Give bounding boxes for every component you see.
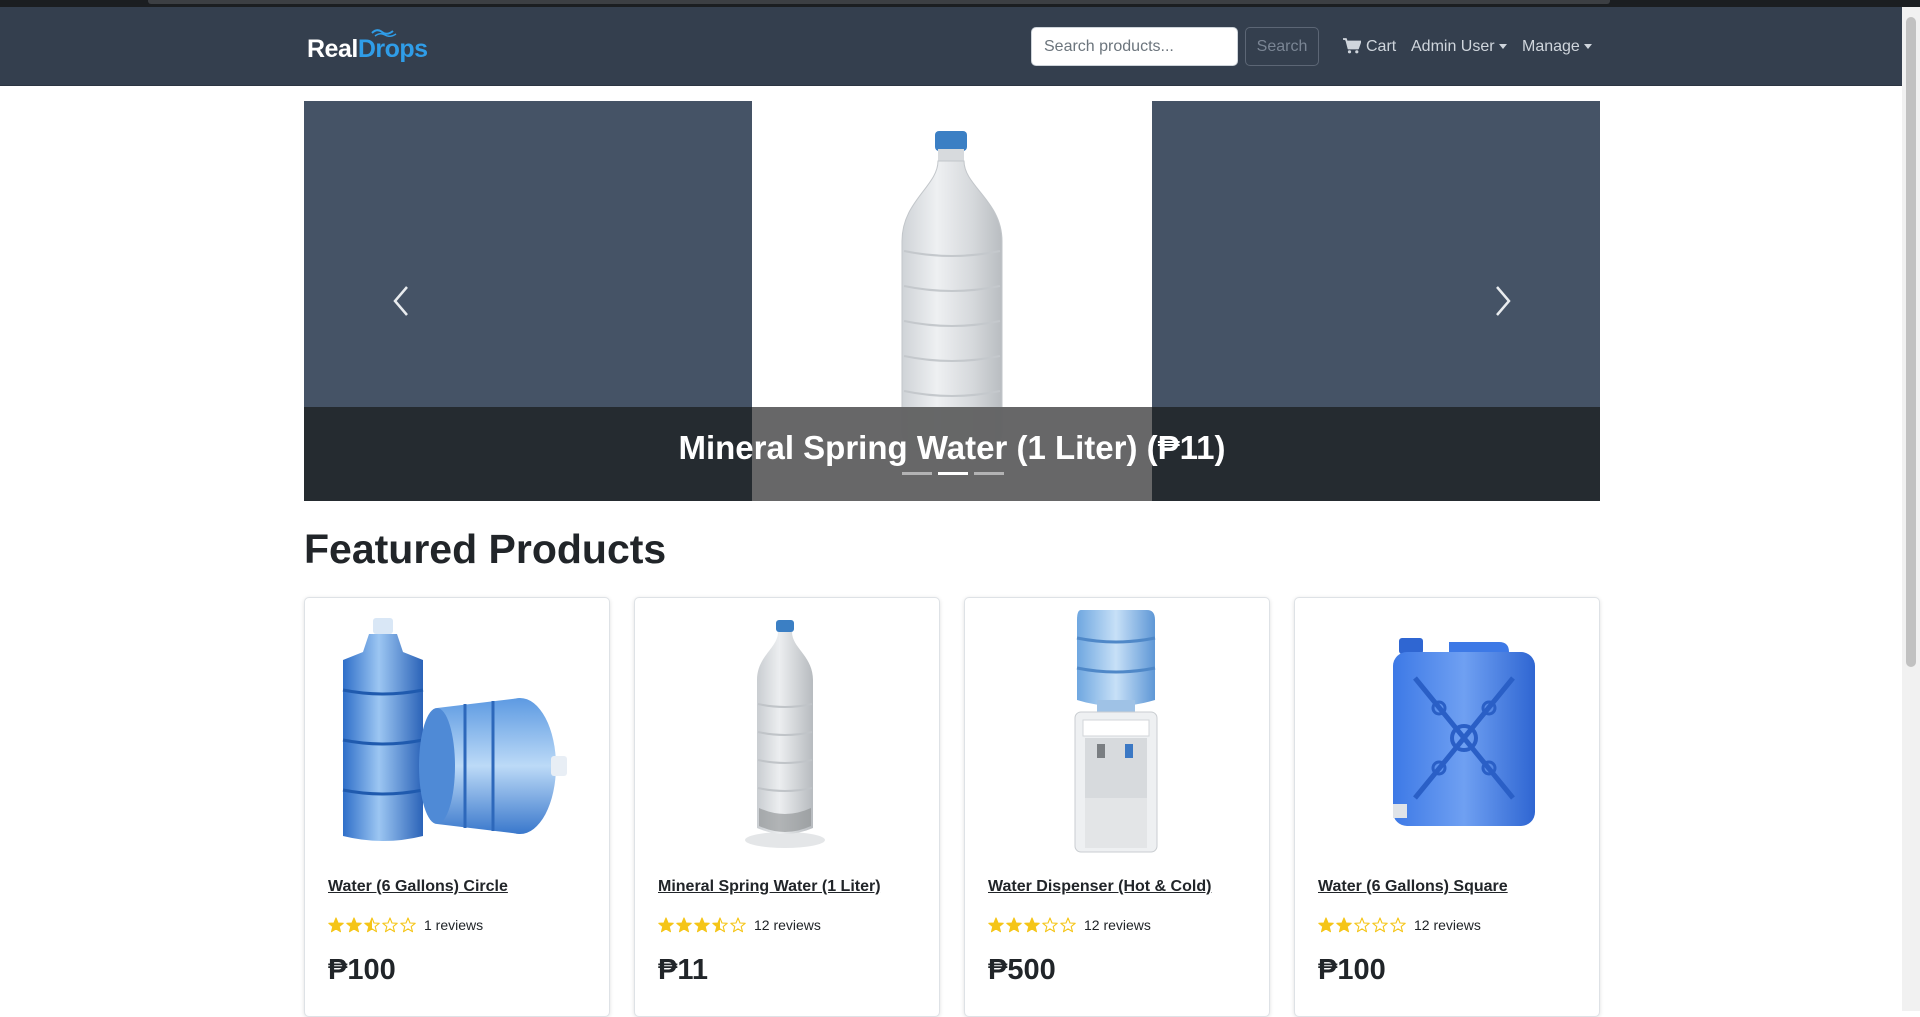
user-menu-toggle[interactable]: Admin User [1411, 38, 1507, 56]
product-image[interactable] [655, 608, 919, 856]
star-filled-icon [1006, 917, 1022, 933]
product-price: ₱11 [658, 954, 708, 986]
review-count: 12 reviews [1414, 916, 1481, 933]
star-half-icon [364, 917, 380, 933]
star-empty-icon [1042, 917, 1058, 933]
star-half-icon [712, 917, 728, 933]
star-empty-icon [1390, 917, 1406, 933]
cart-link[interactable]: Cart [1343, 38, 1396, 56]
product-image[interactable] [985, 608, 1249, 856]
search-input[interactable] [1031, 27, 1238, 66]
browser-top-highlight [148, 0, 1610, 4]
star-filled-icon [988, 917, 1004, 933]
star-empty-icon [730, 917, 746, 933]
product-title-link[interactable]: Water (6 Gallons) Circle [328, 878, 508, 896]
page-scrollbar[interactable] [1902, 7, 1920, 1011]
carousel-prev-button[interactable] [379, 273, 423, 329]
carousel-indicator-active[interactable] [938, 472, 968, 475]
star-empty-icon [400, 917, 416, 933]
star-empty-icon [1372, 917, 1388, 933]
brand-wave-icon [371, 29, 397, 37]
brand-name-part1: Real [307, 35, 358, 63]
chevron-down-icon [1498, 44, 1507, 50]
square-jug-icon [1393, 638, 1535, 826]
navbar: RealDrops Search Cart Admin User Manage [0, 7, 1902, 86]
product-carousel: Mineral Spring Water (1 Liter) (₱11) [304, 101, 1600, 501]
product-title-link[interactable]: Water (6 Gallons) Square [1318, 878, 1508, 896]
carousel-indicator[interactable] [974, 472, 1004, 475]
user-menu-label: Admin User [1411, 38, 1495, 55]
star-rating-icons [658, 916, 748, 933]
product-rating: 12 reviews [1318, 916, 1481, 938]
manage-menu-toggle[interactable]: Manage [1522, 38, 1592, 56]
chevron-right-icon [1496, 286, 1511, 316]
star-filled-icon [328, 917, 344, 933]
star-filled-icon [694, 917, 710, 933]
star-rating-icons [1318, 916, 1408, 933]
product-title-link[interactable]: Mineral Spring Water (1 Liter) [658, 878, 881, 896]
cart-label: Cart [1366, 38, 1397, 55]
star-empty-icon [1354, 917, 1370, 933]
product-image[interactable] [1315, 608, 1579, 856]
star-filled-icon [1336, 917, 1352, 933]
manage-menu-label: Manage [1522, 38, 1580, 55]
star-empty-icon [1060, 917, 1076, 933]
star-filled-icon [658, 917, 674, 933]
product-image[interactable] [325, 608, 589, 856]
star-filled-icon [1318, 917, 1334, 933]
carousel-indicators [902, 472, 1004, 475]
review-count: 12 reviews [1084, 916, 1151, 933]
star-filled-icon [346, 917, 362, 933]
star-filled-icon [676, 917, 692, 933]
chevron-down-icon [1583, 44, 1592, 50]
product-price: ₱500 [988, 954, 1056, 986]
water-bottle-icon [745, 620, 825, 848]
product-price: ₱100 [1318, 954, 1386, 986]
product-card: Water (6 Gallons) Square 12 reviews ₱100 [1294, 597, 1600, 1017]
search-button[interactable]: Search [1245, 27, 1319, 66]
carousel-indicator[interactable] [902, 472, 932, 475]
brand-logo[interactable]: RealDrops [307, 29, 428, 64]
product-rating: 12 reviews [658, 916, 821, 938]
brand-name-part2: Drops [357, 35, 428, 63]
product-card: Water (6 Gallons) Circle 1 reviews ₱100 [304, 597, 610, 1017]
star-rating-icons [988, 916, 1078, 933]
chevron-left-icon [393, 286, 408, 316]
review-count: 1 reviews [424, 916, 484, 933]
star-empty-icon [382, 917, 398, 933]
cart-icon [1343, 38, 1361, 54]
carousel-next-button[interactable] [1481, 273, 1525, 329]
water-dispenser-icon [1074, 610, 1158, 853]
product-rating: 12 reviews [988, 916, 1151, 938]
review-count: 12 reviews [754, 916, 821, 933]
product-card: Mineral Spring Water (1 Liter) 12 review… [634, 597, 940, 1017]
carousel-caption: Mineral Spring Water (1 Liter) (₱11) [678, 429, 1226, 466]
product-title-link[interactable]: Water Dispenser (Hot & Cold) [988, 878, 1211, 896]
star-rating-icons [328, 916, 418, 933]
product-card: Water Dispenser (Hot & Cold) 12 reviews … [964, 597, 1270, 1017]
featured-products-heading: Featured Products [304, 526, 667, 572]
scrollbar-thumb[interactable] [1906, 17, 1916, 667]
star-filled-icon [1024, 917, 1040, 933]
product-price: ₱100 [328, 954, 396, 986]
product-rating: 1 reviews [328, 916, 483, 938]
gallon-jugs-icon [342, 618, 567, 841]
